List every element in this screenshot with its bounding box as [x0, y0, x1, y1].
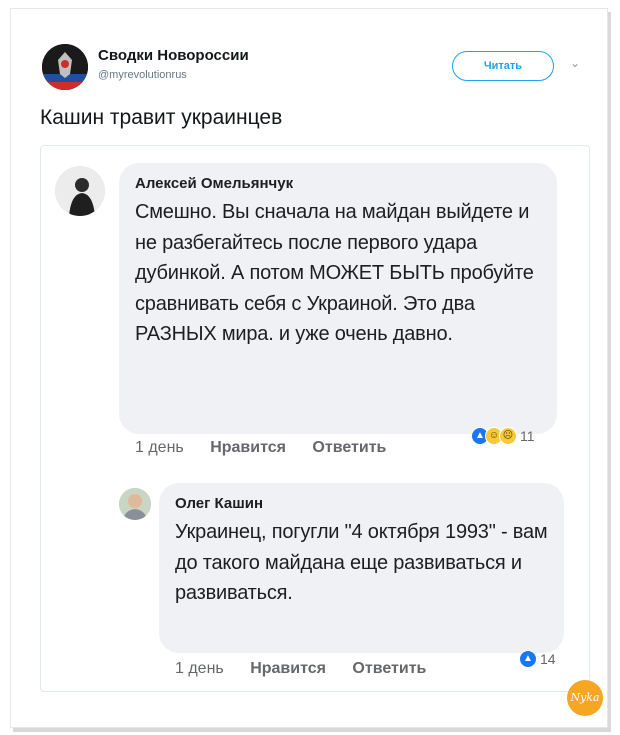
embedded-screenshot: Алексей Омельянчук Смешно. Вы сначала на… — [40, 145, 590, 692]
commenter-avatar — [119, 488, 151, 520]
watermark-logo: Nyka — [567, 680, 603, 716]
comment-text: Смешно. Вы сначала на майдан выйдете и н… — [135, 201, 534, 345]
person-silhouette-icon — [55, 166, 105, 216]
comment-time[interactable]: 1 день — [175, 660, 224, 678]
tweet-text: Кашин травит украинцев — [40, 106, 283, 129]
comment-actions: 1 день Нравится Ответить — [135, 439, 408, 457]
comment-author[interactable]: Алексей Омельянчук — [135, 175, 541, 192]
comment-bubble: Алексей Омельянчук Смешно. Вы сначала на… — [119, 163, 557, 434]
like-reaction-icon: ▲ — [519, 650, 537, 668]
coat-of-arms-icon — [42, 44, 88, 90]
author-name[interactable]: Сводки Новороссии — [98, 47, 249, 64]
reactions-badge[interactable]: ▲ 14 — [519, 650, 556, 668]
person-photo-icon — [119, 488, 151, 520]
reactions-badge[interactable]: ▲ ☺ ☹ 11 — [471, 427, 535, 445]
comment-text: Украинец, погугли "4 октября 1993" - вам… — [175, 521, 548, 604]
reply-button[interactable]: Ответить — [352, 660, 426, 678]
comment-time[interactable]: 1 день — [135, 439, 184, 457]
comment-actions: 1 день Нравится Ответить — [175, 660, 448, 678]
reactions-count: 11 — [520, 428, 535, 444]
follow-button[interactable]: Читать — [452, 51, 554, 81]
sad-reaction-icon: ☹ — [499, 427, 517, 445]
comment-bubble: Олег Кашин Украинец, погугли "4 октября … — [159, 483, 564, 653]
like-button[interactable]: Нравится — [210, 439, 286, 457]
commenter-avatar — [55, 166, 105, 216]
reactions-count: 14 — [540, 651, 556, 667]
author-avatar[interactable] — [42, 44, 88, 90]
like-button[interactable]: Нравится — [250, 660, 326, 678]
author-handle[interactable]: @myrevolutionrus — [98, 69, 187, 81]
reply-button[interactable]: Ответить — [312, 439, 386, 457]
chevron-down-icon[interactable]: ⌄ — [570, 56, 580, 70]
comment-author[interactable]: Олег Кашин — [175, 495, 548, 512]
